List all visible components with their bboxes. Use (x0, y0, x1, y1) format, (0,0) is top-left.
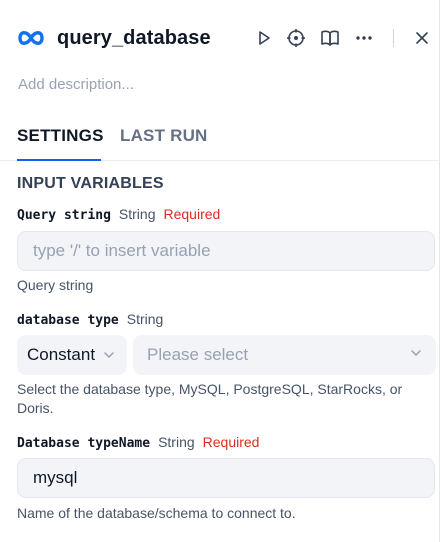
tab-bar: SETTINGS LAST RUN (0, 124, 440, 161)
tab-settings[interactable]: SETTINGS (17, 126, 104, 146)
query-string-helper: Query string (17, 277, 94, 293)
field-name: database type (17, 313, 119, 328)
node-title[interactable]: query_database (57, 27, 211, 50)
docs-button[interactable] (318, 26, 342, 50)
required-badge: Required (202, 434, 260, 450)
infinity-logo-icon (18, 31, 44, 45)
input-variables-heading: INPUT VARIABLES (17, 175, 164, 192)
tab-last-run[interactable]: LAST RUN (120, 126, 208, 146)
field-name: Database typeName (17, 436, 151, 451)
locate-button[interactable] (284, 26, 308, 50)
more-icon (356, 36, 372, 40)
field-type: String (118, 206, 156, 222)
active-tab-indicator (17, 159, 101, 161)
database-typename-label: Database typeName String Required (17, 434, 259, 451)
description-input[interactable]: Add description... (18, 76, 134, 93)
database-type-helper: Select the database type, MySQL, Postgre… (17, 381, 403, 416)
more-button[interactable] (352, 26, 376, 50)
panel-header: query_database Add description... (0, 0, 440, 93)
field-type: String (158, 434, 195, 450)
chevron-down-icon (411, 350, 421, 357)
query-string-label: Query string String Required (17, 206, 220, 223)
database-typename-helper: Name of the database/schema to connect t… (17, 505, 296, 521)
database-type-select[interactable]: Please select (133, 335, 436, 375)
play-icon (259, 31, 270, 45)
database-typename-input[interactable]: mysql (17, 458, 435, 498)
value-mode-label: Constant (27, 345, 96, 364)
query-string-input[interactable]: type '/' to insert variable (17, 231, 435, 271)
required-badge: Required (163, 206, 221, 222)
run-button[interactable] (252, 26, 276, 50)
close-icon (416, 32, 428, 44)
header-divider (393, 29, 394, 47)
field-name: Query string (17, 208, 111, 223)
chevron-down-icon (104, 352, 114, 359)
database-type-label: database type String (17, 311, 163, 328)
select-placeholder: Please select (147, 345, 249, 364)
field-type: String (126, 311, 164, 327)
value-mode-select[interactable]: Constant (17, 335, 127, 375)
crosshair-icon (287, 29, 305, 47)
close-button[interactable] (410, 26, 434, 50)
book-icon (321, 30, 339, 46)
